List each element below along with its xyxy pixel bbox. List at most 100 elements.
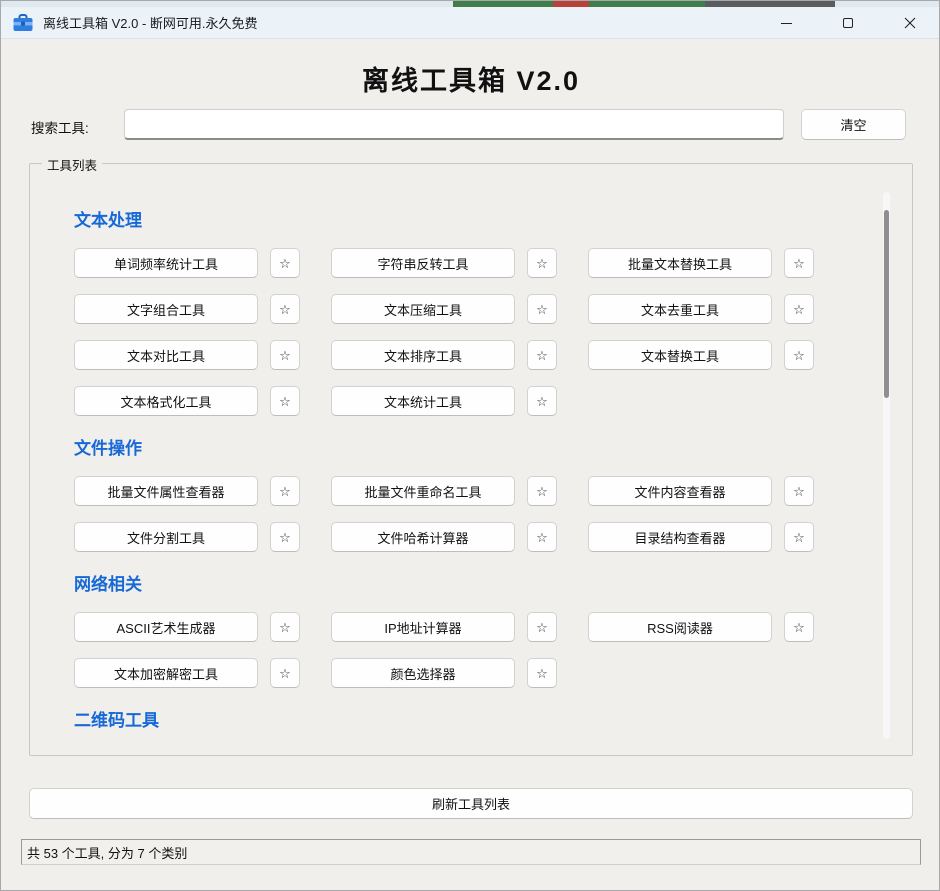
tool-cell: 文本排序工具 ☆ (331, 340, 557, 370)
favorite-star-button[interactable]: ☆ (527, 248, 557, 278)
favorite-star-button[interactable]: ☆ (784, 476, 814, 506)
favorite-star-button[interactable]: ☆ (527, 612, 557, 642)
tool-button[interactable]: 批量文本替换工具 (588, 248, 772, 278)
favorite-star-button[interactable]: ☆ (270, 248, 300, 278)
star-icon: ☆ (536, 484, 548, 499)
close-button[interactable] (879, 7, 940, 39)
tool-button[interactable]: IP地址计算器 (331, 612, 515, 642)
search-label: 搜索工具: (31, 117, 89, 137)
tool-cell: 批量文本替换工具 ☆ (588, 248, 814, 278)
tool-cell: RSS阅读器 ☆ (588, 612, 814, 642)
tool-button[interactable]: 文件分割工具 (74, 522, 258, 552)
tool-button[interactable]: 批量文件属性查看器 (74, 476, 258, 506)
tool-button[interactable]: RSS阅读器 (588, 612, 772, 642)
star-icon: ☆ (536, 620, 548, 635)
titlebar: 离线工具箱 V2.0 - 断网可用.永久免费 (1, 7, 940, 39)
favorite-star-button[interactable]: ☆ (270, 386, 300, 416)
refresh-button[interactable]: 刷新工具列表 (29, 788, 913, 819)
star-icon: ☆ (279, 484, 291, 499)
star-icon: ☆ (793, 302, 805, 317)
scrollbar-thumb[interactable] (884, 210, 889, 398)
category-header: 文件操作 (74, 438, 880, 460)
minimize-icon (781, 23, 792, 24)
tool-grid: 单词频率统计工具 ☆ 字符串反转工具 ☆ 批量文本替换工具 ☆ 文字组合工具 ☆ 文本压缩工具 ☆… (74, 248, 880, 416)
tool-cell: 文字组合工具 ☆ (74, 294, 300, 324)
minimize-button[interactable] (755, 7, 817, 39)
tool-button[interactable]: 批量文件重命名工具 (331, 476, 515, 506)
tool-grid: ASCII艺术生成器☆IP地址计算器☆RSS阅读器☆文本加密解密工具☆颜色选择器… (74, 612, 880, 688)
star-icon: ☆ (536, 302, 548, 317)
category-section: 文本处理单词频率统计工具 ☆ 字符串反转工具 ☆ 批量文本替换工具 ☆ 文字组合工具 ☆ 文本压… (74, 210, 880, 416)
favorite-star-button[interactable]: ☆ (270, 340, 300, 370)
tool-button[interactable]: 文本格式化工具 (74, 386, 258, 416)
tool-button[interactable]: 文本对比工具 (74, 340, 258, 370)
favorite-star-button[interactable]: ☆ (270, 612, 300, 642)
tool-button[interactable]: 文本去重工具 (588, 294, 772, 324)
star-icon: ☆ (793, 484, 805, 499)
tool-button[interactable]: 文件内容查看器 (588, 476, 772, 506)
search-input[interactable] (124, 109, 784, 140)
tool-button[interactable]: 文本替换工具 (588, 340, 772, 370)
star-icon: ☆ (536, 530, 548, 545)
star-icon: ☆ (279, 620, 291, 635)
favorite-star-button[interactable]: ☆ (784, 340, 814, 370)
favorite-star-button[interactable]: ☆ (784, 294, 814, 324)
category-section: 网络相关ASCII艺术生成器☆IP地址计算器☆RSS阅读器☆文本加密解密工具☆颜… (74, 574, 880, 688)
star-icon: ☆ (279, 348, 291, 363)
favorite-star-button[interactable]: ☆ (527, 294, 557, 324)
star-icon: ☆ (536, 666, 548, 681)
maximize-button[interactable] (817, 7, 879, 39)
tool-cell: 文件内容查看器 ☆ (588, 476, 814, 506)
favorite-star-button[interactable]: ☆ (270, 658, 300, 688)
category-header: 文本处理 (74, 210, 880, 232)
category-section: 文件操作批量文件属性查看器☆批量文件重命名工具☆文件内容查看器☆文件分割工具☆文… (74, 438, 880, 552)
favorite-star-button[interactable]: ☆ (270, 294, 300, 324)
tool-button[interactable]: 字符串反转工具 (331, 248, 515, 278)
favorite-star-button[interactable]: ☆ (784, 248, 814, 278)
clear-button[interactable]: 清空 (801, 109, 906, 140)
tool-cell: 文本对比工具 ☆ (74, 340, 300, 370)
favorite-star-button[interactable]: ☆ (527, 340, 557, 370)
tool-button[interactable]: 文本统计工具 (331, 386, 515, 416)
tool-grid: 批量文件属性查看器 ☆ 批量文件重命名工具 ☆ 文件内容查看器 ☆ 文件分割工具 ☆ 文件哈希计… (74, 476, 880, 552)
tool-cell: 批量文件重命名工具 ☆ (331, 476, 557, 506)
tool-button[interactable]: 单词频率统计工具 (74, 248, 258, 278)
tool-button[interactable]: 文本排序工具 (331, 340, 515, 370)
favorite-star-button[interactable]: ☆ (527, 658, 557, 688)
tool-button[interactable]: 文本加密解密工具 (74, 658, 258, 688)
tool-cell: 目录结构查看器 ☆ (588, 522, 814, 552)
tool-cell: 文本替换工具 ☆ (588, 340, 814, 370)
tool-cell: ASCII艺术生成器 ☆ (74, 612, 300, 642)
tool-button[interactable]: 颜色选择器 (331, 658, 515, 688)
favorite-star-button[interactable]: ☆ (527, 522, 557, 552)
caption-buttons (755, 7, 940, 39)
star-icon: ☆ (536, 394, 548, 409)
window-title: 离线工具箱 V2.0 - 断网可用.永久免费 (43, 13, 258, 32)
tool-button[interactable]: 目录结构查看器 (588, 522, 772, 552)
tool-button[interactable]: 文字组合工具 (74, 294, 258, 324)
star-icon: ☆ (793, 530, 805, 545)
star-icon: ☆ (793, 620, 805, 635)
favorite-star-button[interactable]: ☆ (270, 476, 300, 506)
favorite-star-button[interactable]: ☆ (527, 476, 557, 506)
tool-cell: 字符串反转工具 ☆ (331, 248, 557, 278)
favorite-star-button[interactable]: ☆ (784, 612, 814, 642)
scrollbar-track[interactable] (883, 192, 890, 739)
status-text: 共 53 个工具, 分为 7 个类别 (27, 843, 187, 862)
tool-button[interactable]: ASCII艺术生成器 (74, 612, 258, 642)
tool-cell: 文件分割工具 ☆ (74, 522, 300, 552)
star-icon: ☆ (279, 666, 291, 681)
tool-list-groupbox: 工具列表 文本处理单词频率统计工具☆字符串反转工具☆批量文本替换工具☆文字组合工… (29, 163, 913, 756)
favorite-star-button[interactable]: ☆ (270, 522, 300, 552)
tool-cell: 颜色选择器 ☆ (331, 658, 557, 688)
category-header: 二维码工具 (74, 710, 880, 732)
category-section: 二维码工具 (74, 710, 880, 732)
favorite-star-button[interactable]: ☆ (784, 522, 814, 552)
status-bar: 共 53 个工具, 分为 7 个类别 (21, 839, 921, 865)
tool-cell: IP地址计算器 ☆ (331, 612, 557, 642)
app-window: 离线工具箱 V2.0 - 断网可用.永久免费 离线工具箱 V2.0 搜索工具: … (0, 0, 940, 891)
star-icon: ☆ (279, 394, 291, 409)
favorite-star-button[interactable]: ☆ (527, 386, 557, 416)
tool-button[interactable]: 文本压缩工具 (331, 294, 515, 324)
tool-button[interactable]: 文件哈希计算器 (331, 522, 515, 552)
